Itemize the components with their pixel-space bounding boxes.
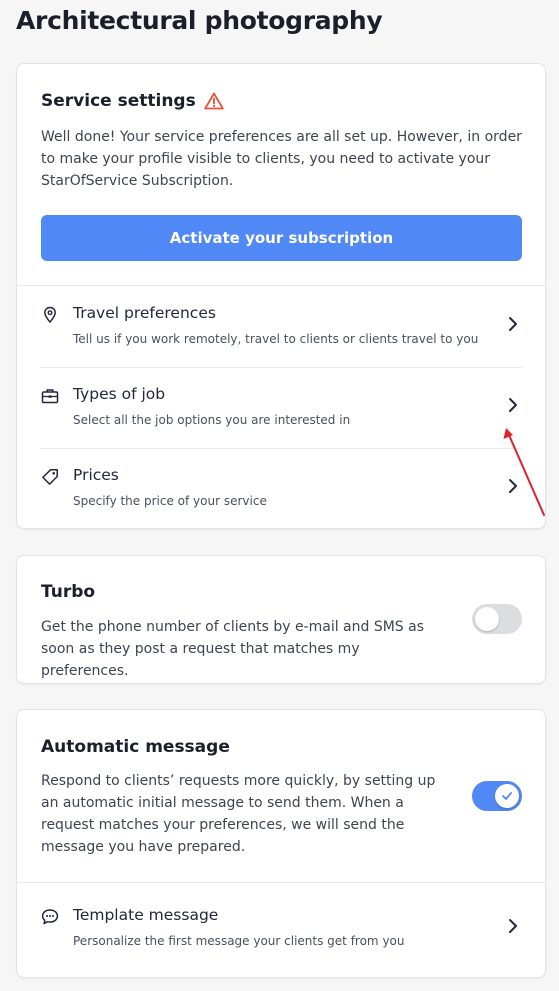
row-subtitle: Personalize the first message your clien… (73, 934, 405, 948)
row-subtitle: Select all the job options you are inter… (73, 413, 351, 427)
chevron-right-icon (509, 919, 517, 933)
row-title: Prices (73, 466, 119, 484)
types-of-job-row[interactable]: Types of job Select all the job options … (41, 367, 522, 448)
service-settings-title: Service settings (41, 91, 196, 111)
price-tag-icon (42, 469, 58, 485)
automatic-message-toggle[interactable] (472, 781, 522, 811)
turbo-card: Turbo Get the phone number of clients by… (16, 555, 546, 684)
template-message-row[interactable]: Template message Personalize the first m… (41, 888, 522, 969)
chevron-right-icon (509, 398, 517, 412)
divider (17, 882, 545, 883)
travel-preferences-row[interactable]: Travel preferences Tell us if you work r… (41, 286, 522, 367)
row-title: Travel preferences (73, 304, 216, 322)
automatic-message-card: Automatic message Respond to clients’ re… (16, 709, 546, 978)
page-title: Architectural photography (16, 6, 383, 35)
service-settings-description: Well done! Your service preferences are … (41, 129, 522, 189)
turbo-toggle[interactable] (472, 604, 522, 634)
checkmark-icon (502, 792, 512, 800)
annotation-arrow (503, 428, 545, 516)
row-subtitle: Tell us if you work remotely, travel to … (73, 332, 479, 346)
row-title: Types of job (73, 385, 166, 403)
row-subtitle: Specify the price of your service (73, 494, 267, 508)
warning-triangle-icon (204, 92, 224, 110)
service-settings-card: Service settings Well done! Your service… (16, 63, 546, 529)
toggle-knob (475, 607, 499, 631)
prices-row[interactable]: Prices Specify the price of your service (41, 448, 522, 529)
turbo-title: Turbo (41, 582, 96, 602)
turbo-description: Get the phone number of clients by e-mai… (41, 619, 425, 679)
briefcase-icon (41, 389, 59, 404)
service-settings-header: Service settings (41, 91, 224, 111)
automatic-message-description: Respond to clients’ requests more quickl… (41, 773, 436, 855)
row-title: Template message (73, 906, 219, 924)
chat-bubble-icon (41, 909, 59, 925)
activate-subscription-button[interactable]: Activate your subscription (41, 215, 522, 261)
toggle-knob (495, 784, 519, 808)
location-pin-icon (44, 306, 56, 324)
automatic-message-title: Automatic message (41, 737, 230, 757)
chevron-right-icon (509, 317, 517, 331)
